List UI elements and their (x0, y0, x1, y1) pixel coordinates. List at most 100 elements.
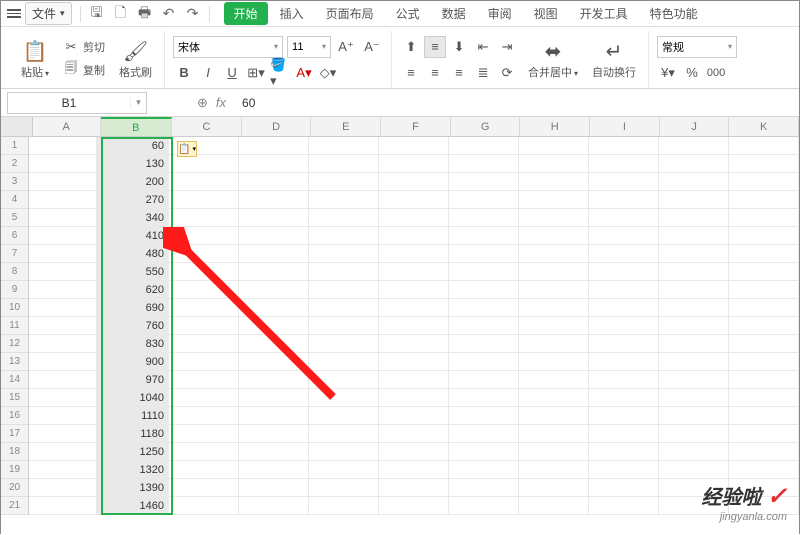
column-header-H[interactable]: H (520, 117, 590, 136)
cell[interactable] (589, 317, 659, 335)
cell[interactable] (449, 407, 519, 425)
cell[interactable]: 550 (97, 263, 169, 281)
cell[interactable] (589, 137, 659, 155)
cell[interactable] (519, 317, 589, 335)
cell[interactable]: 1320 (97, 461, 169, 479)
cell[interactable] (239, 173, 309, 191)
select-all-corner[interactable] (1, 117, 33, 136)
cell[interactable] (379, 497, 449, 515)
cell[interactable] (589, 155, 659, 173)
align-center-icon[interactable]: ≡ (424, 62, 446, 84)
undo-icon[interactable]: ↶ (161, 6, 177, 22)
increase-indent-icon[interactable]: ⇥ (496, 36, 518, 58)
cell[interactable] (519, 281, 589, 299)
cell[interactable]: 690 (97, 299, 169, 317)
cell[interactable] (589, 335, 659, 353)
cell[interactable] (449, 371, 519, 389)
cell[interactable]: 760 (97, 317, 169, 335)
cell[interactable] (659, 299, 729, 317)
fx-icon[interactable]: fx (216, 95, 226, 110)
cell[interactable] (29, 227, 97, 245)
cell[interactable] (309, 191, 379, 209)
cell[interactable] (449, 191, 519, 209)
tab-8[interactable]: 特色功能 (640, 2, 708, 25)
cell[interactable] (239, 461, 309, 479)
cell[interactable] (449, 353, 519, 371)
tab-0[interactable]: 开始 (224, 2, 268, 25)
cell[interactable] (589, 245, 659, 263)
cell[interactable]: 1250 (97, 443, 169, 461)
cell[interactable] (29, 371, 97, 389)
cell[interactable] (519, 353, 589, 371)
cell[interactable] (309, 173, 379, 191)
cell[interactable] (449, 227, 519, 245)
cell[interactable] (729, 353, 799, 371)
cell[interactable] (729, 191, 799, 209)
wrap-text-button[interactable]: ↵ 自动换行 (588, 38, 640, 82)
column-header-C[interactable]: C (172, 117, 242, 136)
cell[interactable] (29, 407, 97, 425)
cell[interactable] (239, 281, 309, 299)
cell[interactable] (449, 281, 519, 299)
merge-center-button[interactable]: ⬌ 合并居中▾ (524, 38, 582, 82)
row-header[interactable]: 6 (1, 227, 28, 245)
cell[interactable] (309, 389, 379, 407)
redo-icon[interactable]: ↷ (185, 6, 201, 22)
cell[interactable] (309, 299, 379, 317)
cell[interactable]: 130 (97, 155, 169, 173)
cell[interactable] (449, 497, 519, 515)
cell[interactable] (169, 317, 239, 335)
cell[interactable] (309, 317, 379, 335)
row-header[interactable]: 14 (1, 371, 28, 389)
cell[interactable] (379, 245, 449, 263)
cell[interactable]: 1460 (97, 497, 169, 515)
tab-7[interactable]: 开发工具 (570, 2, 638, 25)
cell[interactable] (29, 497, 97, 515)
cell[interactable] (519, 299, 589, 317)
cell[interactable] (519, 209, 589, 227)
cell[interactable] (29, 335, 97, 353)
cell[interactable] (519, 443, 589, 461)
cell[interactable] (589, 227, 659, 245)
cell[interactable] (729, 443, 799, 461)
cell[interactable] (169, 245, 239, 263)
cell[interactable] (519, 407, 589, 425)
cell[interactable] (309, 425, 379, 443)
cell[interactable] (169, 479, 239, 497)
cell[interactable] (29, 173, 97, 191)
row-header[interactable]: 18 (1, 443, 28, 461)
cell[interactable] (239, 371, 309, 389)
cell[interactable] (449, 263, 519, 281)
cell[interactable] (659, 263, 729, 281)
print-icon[interactable]: 🖶 (137, 6, 153, 22)
cell[interactable] (169, 371, 239, 389)
column-header-D[interactable]: D (242, 117, 312, 136)
increase-font-icon[interactable]: A⁺ (335, 36, 357, 58)
cell[interactable] (239, 155, 309, 173)
tab-6[interactable]: 视图 (524, 2, 568, 25)
cell[interactable] (729, 461, 799, 479)
decrease-indent-icon[interactable]: ⇤ (472, 36, 494, 58)
cell[interactable] (309, 227, 379, 245)
row-header[interactable]: 20 (1, 479, 28, 497)
cell[interactable] (519, 389, 589, 407)
cell[interactable] (659, 245, 729, 263)
cell[interactable] (449, 173, 519, 191)
cell[interactable]: 200 (97, 173, 169, 191)
cell[interactable] (29, 263, 97, 281)
cell[interactable] (29, 281, 97, 299)
align-right-icon[interactable]: ≡ (448, 62, 470, 84)
cell[interactable] (449, 299, 519, 317)
cell[interactable] (309, 443, 379, 461)
cell[interactable]: 480 (97, 245, 169, 263)
cell[interactable] (519, 371, 589, 389)
cell[interactable] (659, 317, 729, 335)
cell[interactable] (589, 443, 659, 461)
cell[interactable] (659, 461, 729, 479)
cell[interactable] (379, 371, 449, 389)
cell[interactable] (519, 227, 589, 245)
cell[interactable] (519, 479, 589, 497)
paste-options-button[interactable]: 📋▾ (177, 141, 197, 157)
cell[interactable] (729, 263, 799, 281)
cell[interactable] (309, 245, 379, 263)
